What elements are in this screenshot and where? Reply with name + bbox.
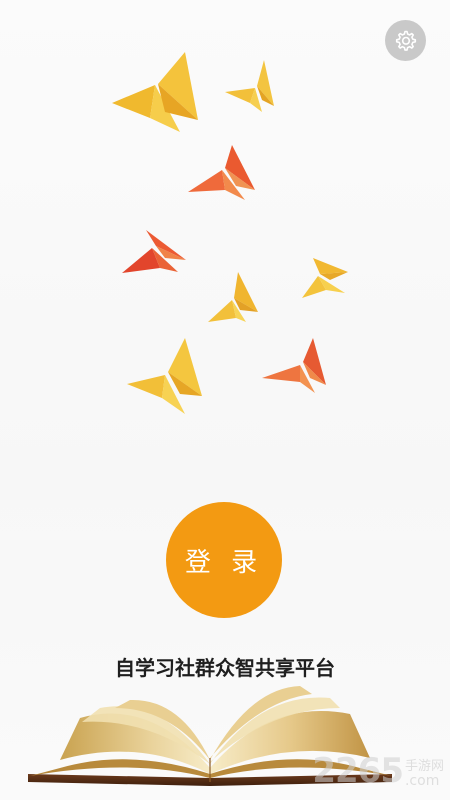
watermark-domain: .com bbox=[404, 773, 440, 789]
butterfly-5 bbox=[208, 272, 258, 322]
butterfly-4 bbox=[122, 230, 186, 273]
login-screen: 登 录 自学习社群众智共享平台 2265 手游网 .com bbox=[0, 0, 450, 800]
watermark-cn: 手游网 bbox=[404, 759, 444, 774]
butterfly-1 bbox=[112, 52, 198, 132]
login-button[interactable]: 登 录 bbox=[166, 502, 282, 618]
butterflies-illustration bbox=[112, 52, 348, 414]
settings-button[interactable] bbox=[385, 20, 426, 61]
butterfly-7 bbox=[127, 338, 202, 414]
gear-icon bbox=[395, 30, 416, 51]
site-watermark: 2265 手游网 .com bbox=[312, 754, 444, 788]
butterfly-3 bbox=[188, 145, 255, 200]
butterfly-2 bbox=[225, 60, 274, 112]
platform-tagline: 自学习社群众智共享平台 bbox=[115, 656, 335, 680]
butterfly-8 bbox=[262, 338, 326, 393]
watermark-number: 2265 bbox=[312, 751, 404, 791]
butterfly-6 bbox=[302, 258, 348, 298]
